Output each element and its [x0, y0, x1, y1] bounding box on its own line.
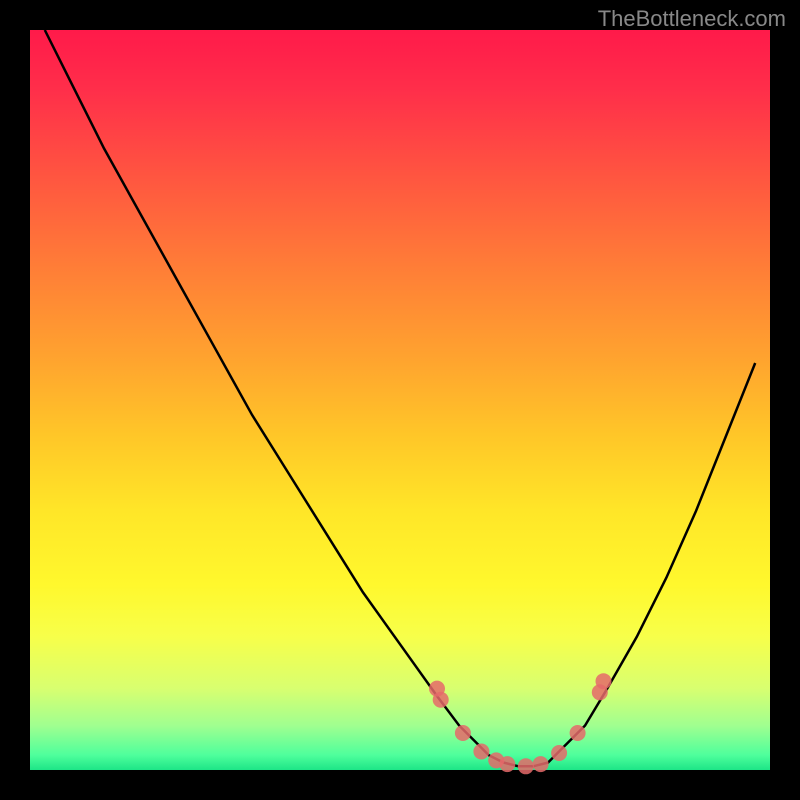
chart-marker	[499, 756, 515, 772]
chart-marker	[570, 725, 586, 741]
bottleneck-curve	[45, 30, 755, 766]
chart-marker	[596, 673, 612, 689]
chart-marker	[518, 758, 534, 774]
chart-marker	[433, 692, 449, 708]
chart-marker	[473, 744, 489, 760]
watermark-text: TheBottleneck.com	[598, 6, 786, 32]
chart-svg	[30, 30, 770, 770]
chart-marker	[533, 756, 549, 772]
plot-area	[30, 30, 770, 770]
chart-marker	[455, 725, 471, 741]
chart-marker	[551, 745, 567, 761]
